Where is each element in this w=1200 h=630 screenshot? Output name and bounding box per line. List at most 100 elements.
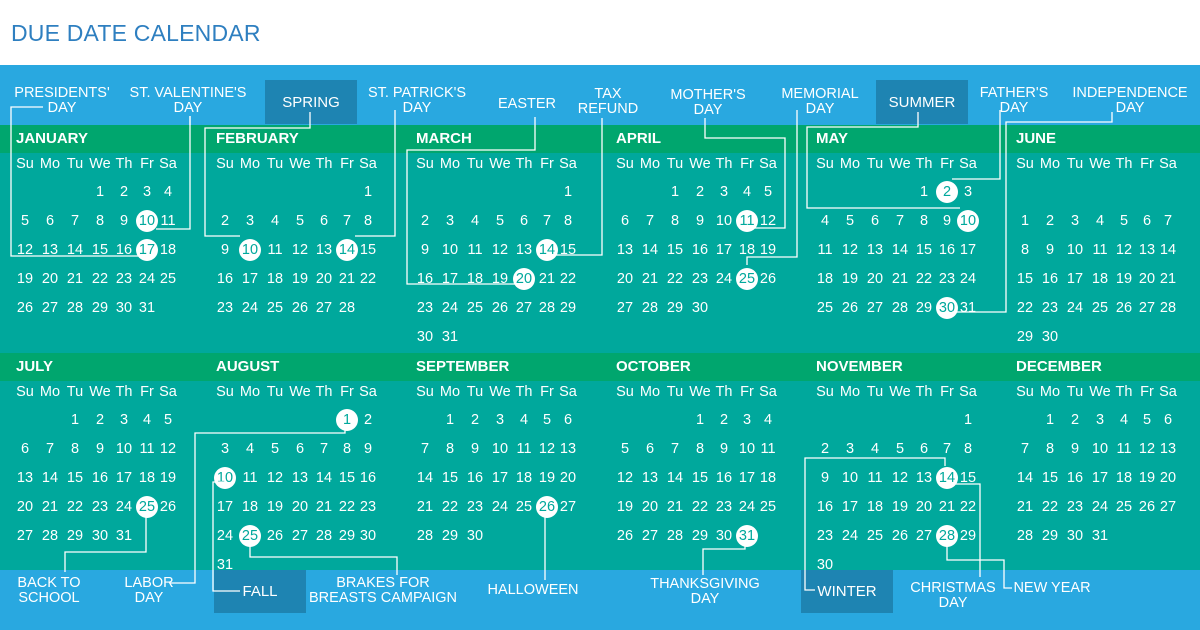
calendar-day[interactable]: 29 — [1013, 329, 1037, 345]
calendar-day[interactable]: 2 — [88, 412, 112, 428]
calendar-day[interactable]: 28 — [312, 528, 336, 544]
calendar-day[interactable]: 4 — [512, 412, 536, 428]
calendar-day[interactable]: 28 — [888, 300, 912, 316]
calendar-day[interactable]: 4 — [463, 213, 487, 229]
calendar-day[interactable]: 23 — [813, 528, 837, 544]
calendar-day[interactable]: 28 — [1013, 528, 1037, 544]
calendar-day[interactable]: 13 — [38, 242, 62, 258]
calendar-day[interactable]: 9 — [112, 213, 136, 229]
calendar-day[interactable]: 9 — [413, 242, 437, 258]
calendar-day[interactable]: 14 — [312, 470, 336, 486]
calendar-day[interactable]: 25 — [813, 300, 837, 316]
calendar-day[interactable]: 10 — [838, 470, 862, 486]
calendar-day[interactable]: 26 — [838, 300, 862, 316]
calendar-day[interactable]: 3 — [438, 213, 462, 229]
calendar-day[interactable]: 26 — [756, 271, 780, 287]
calendar-day[interactable]: 13 — [912, 470, 936, 486]
calendar-day[interactable]: 16 — [88, 470, 112, 486]
calendar-day[interactable]: 27 — [288, 528, 312, 544]
calendar-day[interactable]: 20 — [13, 499, 37, 515]
calendar-day[interactable]: 28 — [1156, 300, 1180, 316]
calendar-day[interactable]: 3 — [213, 441, 237, 457]
highlighted-date[interactable]: 10 — [214, 467, 236, 489]
calendar-day[interactable]: 4 — [863, 441, 887, 457]
calendar-day[interactable]: 26 — [488, 300, 512, 316]
calendar-day[interactable]: 24 — [112, 499, 136, 515]
calendar-day[interactable]: 12 — [1112, 242, 1136, 258]
calendar-day[interactable]: 22 — [356, 271, 380, 287]
calendar-day[interactable]: 21 — [38, 499, 62, 515]
calendar-day[interactable]: 27 — [1156, 499, 1180, 515]
calendar-day[interactable]: 9 — [688, 213, 712, 229]
calendar-day[interactable]: 30 — [463, 528, 487, 544]
calendar-day[interactable]: 1 — [556, 184, 580, 200]
calendar-day[interactable]: 2 — [413, 213, 437, 229]
calendar-day[interactable]: 11 — [1088, 242, 1112, 258]
calendar-day[interactable]: 26 — [263, 528, 287, 544]
calendar-day[interactable]: 2 — [356, 412, 380, 428]
calendar-day[interactable]: 15 — [556, 242, 580, 258]
calendar-day[interactable]: 31 — [1088, 528, 1112, 544]
calendar-day[interactable]: 24 — [1088, 499, 1112, 515]
calendar-day[interactable]: 6 — [312, 213, 336, 229]
calendar-day[interactable]: 27 — [312, 300, 336, 316]
calendar-day[interactable]: 19 — [1112, 271, 1136, 287]
calendar-day[interactable]: 27 — [556, 499, 580, 515]
calendar-day[interactable]: 1 — [1013, 213, 1037, 229]
calendar-day[interactable]: 13 — [288, 470, 312, 486]
highlighted-date[interactable]: 31 — [736, 525, 758, 547]
calendar-day[interactable]: 24 — [712, 271, 736, 287]
calendar-day[interactable]: 1 — [663, 184, 687, 200]
calendar-day[interactable]: 3 — [838, 441, 862, 457]
calendar-day[interactable]: 1 — [438, 412, 462, 428]
calendar-day[interactable]: 22 — [663, 271, 687, 287]
calendar-day[interactable]: 2 — [112, 184, 136, 200]
calendar-day[interactable]: 17 — [712, 242, 736, 258]
calendar-day[interactable]: 1 — [688, 412, 712, 428]
highlighted-date[interactable]: 25 — [736, 268, 758, 290]
highlighted-date[interactable]: 14 — [536, 239, 558, 261]
calendar-day[interactable]: 16 — [1038, 271, 1062, 287]
calendar-day[interactable]: 19 — [488, 271, 512, 287]
calendar-day[interactable]: 30 — [1063, 528, 1087, 544]
highlighted-date[interactable]: 25 — [136, 496, 158, 518]
calendar-day[interactable]: 13 — [312, 242, 336, 258]
calendar-day[interactable]: 31 — [213, 557, 237, 573]
calendar-day[interactable]: 11 — [263, 242, 287, 258]
calendar-day[interactable]: 18 — [263, 271, 287, 287]
calendar-day[interactable]: 20 — [288, 499, 312, 515]
calendar-day[interactable]: 12 — [263, 470, 287, 486]
calendar-day[interactable]: 14 — [888, 242, 912, 258]
calendar-day[interactable]: 29 — [956, 528, 980, 544]
calendar-day[interactable]: 18 — [156, 242, 180, 258]
calendar-day[interactable]: 20 — [38, 271, 62, 287]
calendar-day[interactable]: 14 — [38, 470, 62, 486]
calendar-day[interactable]: 24 — [838, 528, 862, 544]
calendar-day[interactable]: 5 — [263, 441, 287, 457]
calendar-day[interactable]: 24 — [238, 300, 262, 316]
calendar-day[interactable]: 7 — [1013, 441, 1037, 457]
calendar-day[interactable]: 16 — [463, 470, 487, 486]
calendar-day[interactable]: 20 — [863, 271, 887, 287]
calendar-day[interactable]: 3 — [956, 184, 980, 200]
calendar-day[interactable]: 15 — [688, 470, 712, 486]
calendar-day[interactable]: 9 — [935, 213, 959, 229]
calendar-day[interactable]: 15 — [1038, 470, 1062, 486]
calendar-day[interactable]: 21 — [413, 499, 437, 515]
calendar-day[interactable]: 11 — [463, 242, 487, 258]
calendar-day[interactable]: 7 — [63, 213, 87, 229]
calendar-day[interactable]: 8 — [438, 441, 462, 457]
calendar-day[interactable]: 12 — [288, 242, 312, 258]
calendar-day[interactable]: 3 — [488, 412, 512, 428]
calendar-day[interactable]: 13 — [863, 242, 887, 258]
calendar-day[interactable]: 3 — [712, 184, 736, 200]
calendar-day[interactable]: 12 — [488, 242, 512, 258]
calendar-day[interactable]: 9 — [712, 441, 736, 457]
calendar-day[interactable]: 8 — [356, 213, 380, 229]
calendar-day[interactable]: 5 — [488, 213, 512, 229]
calendar-day[interactable]: 8 — [912, 213, 936, 229]
calendar-day[interactable]: 25 — [463, 300, 487, 316]
calendar-day[interactable]: 2 — [463, 412, 487, 428]
calendar-day[interactable]: 12 — [838, 242, 862, 258]
calendar-day[interactable]: 28 — [413, 528, 437, 544]
